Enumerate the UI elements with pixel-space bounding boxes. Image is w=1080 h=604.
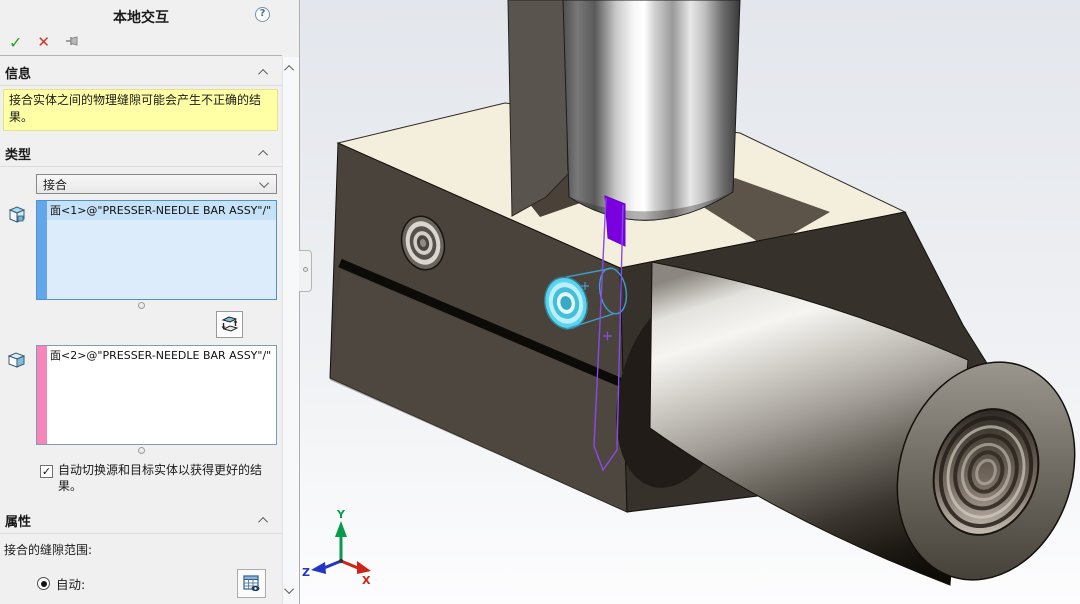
resize-grip[interactable] [138, 447, 145, 454]
source-body-cube-icon [6, 349, 27, 373]
property-manager-panel: 本地交互 ? ✓ ✕ 信息 接合实体之间的物理缝隙可能会产生 [0, 0, 300, 604]
properties-header-label: 属性 [5, 511, 31, 530]
collapse-icon[interactable] [258, 517, 268, 527]
source-selection-item[interactable]: 面<2>@"PRESSER-NEEDLE BAR ASSY"/" [47, 346, 276, 365]
collapse-icon[interactable] [258, 69, 268, 79]
auto-switch-row: ✓ 自动切换源和目标实体以获得更好的结果。 [40, 462, 276, 494]
scroll-down-icon[interactable] [284, 584, 294, 594]
page-title: 本地交互 [113, 10, 169, 26]
panel-toolbar: ✓ ✕ [0, 30, 282, 56]
info-section-header[interactable]: 信息 [0, 56, 282, 86]
source-color-stripe [37, 346, 47, 444]
target-selection-block: 面<1>@"PRESSER-NEEDLE BAR ASSY"/" [0, 200, 282, 300]
scroll-up-icon[interactable] [284, 65, 294, 75]
resize-grip[interactable] [138, 302, 145, 309]
target-selection-box[interactable]: 面<1>@"PRESSER-NEEDLE BAR ASSY"/" [36, 200, 277, 300]
graphics-viewport[interactable]: Y Z X [300, 0, 1080, 604]
panel-scrollbar[interactable] [282, 57, 299, 604]
triad-y-label: Y [336, 508, 346, 521]
swap-row [0, 309, 282, 339]
target-color-stripe [37, 201, 47, 299]
help-icon[interactable]: ? [255, 7, 270, 22]
gap-range-label: 接合的缝隙范围: [0, 534, 282, 558]
solidworks-window: 本地交互 ? ✓ ✕ 信息 接合实体之间的物理缝隙可能会产生 [0, 0, 1080, 604]
operation-dropdown[interactable]: 接合 [36, 174, 277, 194]
gap-auto-radio[interactable] [37, 577, 50, 590]
type-section-header[interactable]: 类型 [0, 137, 282, 167]
panel-collapse-tab[interactable] [299, 250, 312, 292]
ok-button[interactable]: ✓ [9, 35, 22, 51]
source-selection-box[interactable]: 面<2>@"PRESSER-NEEDLE BAR ASSY"/" [36, 345, 277, 445]
operation-dropdown-value: 接合 [43, 176, 67, 193]
source-selection-block: 面<2>@"PRESSER-NEEDLE BAR ASSY"/" [0, 345, 282, 445]
target-selection-item[interactable]: 面<1>@"PRESSER-NEEDLE BAR ASSY"/" [47, 201, 276, 220]
auto-switch-checkbox[interactable]: ✓ [40, 465, 53, 478]
info-message: 接合实体之间的物理缝隙可能会产生不正确的结果。 [3, 89, 278, 131]
pin-icon[interactable] [65, 34, 81, 51]
info-header-label: 信息 [5, 63, 31, 82]
gap-report-button[interactable] [237, 569, 266, 598]
target-body-cube-icon [6, 204, 27, 228]
cancel-button[interactable]: ✕ [37, 35, 50, 50]
chevron-down-icon [259, 178, 269, 188]
panel-title-row: 本地交互 ? [0, 0, 282, 30]
gap-auto-label: 自动: [56, 574, 85, 593]
type-header-label: 类型 [5, 144, 31, 163]
auto-switch-label: 自动切换源和目标实体以获得更好的结果。 [58, 462, 276, 494]
tab-grip-dot [303, 267, 308, 272]
triad-z-label: Z [302, 566, 310, 579]
properties-section-header[interactable]: 属性 [0, 504, 282, 534]
gap-auto-row: 自动: [37, 569, 282, 598]
collapse-icon[interactable] [258, 150, 268, 160]
triad-x-label: X [362, 574, 371, 587]
swap-bodies-button[interactable] [216, 311, 243, 338]
needle-bar-rod[interactable] [563, 0, 740, 220]
